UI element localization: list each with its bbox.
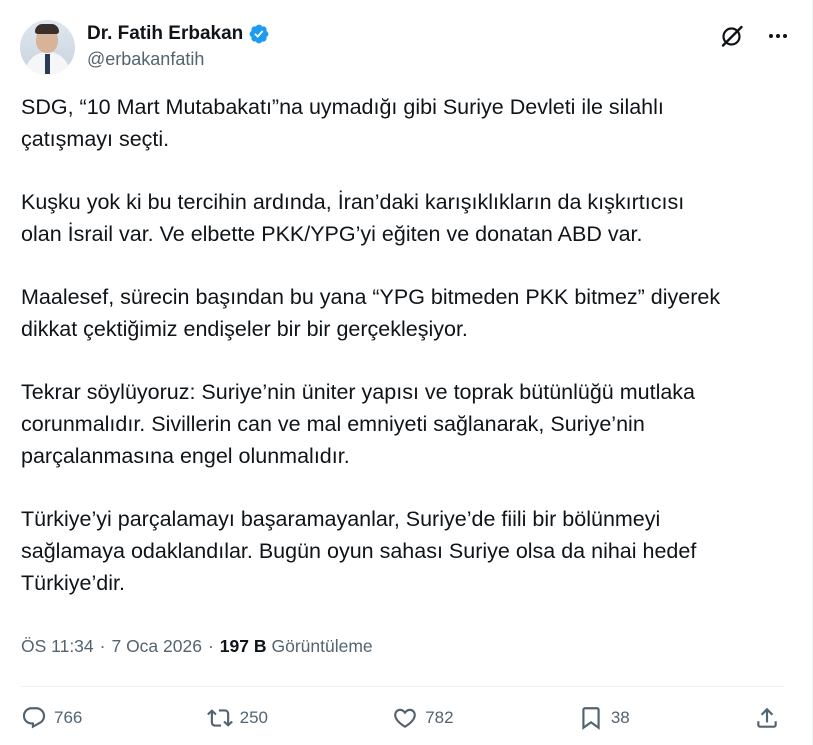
tweet-paragraph: Kuşku yok ki bu tercihin ardında, İran’d…: [21, 190, 685, 246]
verified-badge-icon[interactable]: [248, 23, 270, 45]
repost-count: 250: [239, 708, 268, 727]
tweet-time[interactable]: ÖS 11:34: [21, 636, 94, 657]
repost-icon: [206, 709, 233, 727]
divider: [21, 686, 785, 687]
reply-count: 766: [54, 708, 83, 727]
tweet-paragraph: Maalesef, sürecin başından bu yana “YPG …: [21, 285, 721, 341]
tweet-paragraph: Tekrar söylüyoruz: Suriye’nin üniter yap…: [21, 380, 696, 468]
heart-icon: [394, 708, 417, 728]
like-count: 782: [425, 708, 454, 727]
meta-separator: ·: [99, 636, 106, 656]
tweet-paragraph: Türkiye’yi parçalamayı başaramayanlar, S…: [21, 507, 697, 595]
grok-button[interactable]: [718, 22, 746, 50]
tweet-header: Dr. Fatih Erbakan @erbakanfatih: [20, 20, 792, 76]
header-actions: [718, 22, 792, 50]
tweet-card: Dr. Fatih Erbakan @erbakanfatih SDG, “10…: [0, 0, 813, 745]
author-info: Dr. Fatih Erbakan @erbakanfatih: [87, 22, 270, 70]
repost-button[interactable]: 250: [206, 705, 268, 731]
bookmark-button[interactable]: 38: [578, 705, 630, 731]
tweet-paragraph: SDG, “10 Mart Mutabakatı”na uymadığı gib…: [21, 95, 664, 151]
more-icon: [769, 34, 787, 38]
share-icon: [757, 707, 777, 728]
tweet-body: SDG, “10 Mart Mutabakatı”na uymadığı gib…: [21, 91, 793, 599]
reply-icon: [22, 707, 46, 729]
bookmark-count: 38: [610, 708, 630, 727]
display-name[interactable]: Dr. Fatih Erbakan: [87, 23, 243, 45]
more-options-button[interactable]: [764, 22, 792, 50]
bookmark-icon: [582, 707, 600, 730]
author-handle[interactable]: @erbakanfatih: [87, 49, 270, 70]
tweet-actions: 766 250 782 38: [21, 700, 780, 736]
share-button[interactable]: [754, 705, 780, 731]
views-label[interactable]: Görüntüleme: [271, 636, 372, 657]
views-count[interactable]: 197 B: [220, 636, 267, 657]
grok-icon: [721, 25, 743, 47]
meta-separator: ·: [207, 636, 214, 656]
reply-button[interactable]: 766: [21, 705, 82, 731]
avatar[interactable]: [20, 20, 75, 75]
like-button[interactable]: 782: [392, 705, 454, 731]
tweet-date[interactable]: 7 Oca 2026: [111, 636, 201, 657]
tweet-meta: ÖS 11:34 · 7 Oca 2026 · 197 B Görüntülem…: [21, 636, 373, 657]
